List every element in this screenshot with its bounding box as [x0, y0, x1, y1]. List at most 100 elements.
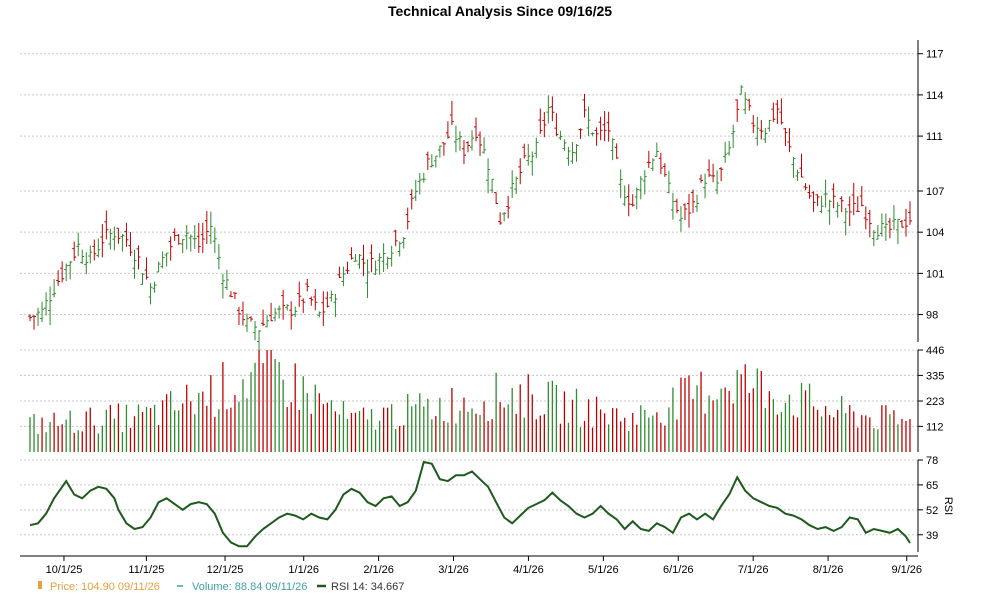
ohlc-bar	[799, 153, 804, 178]
ohlc-bar	[666, 170, 671, 194]
ohlc-bar	[574, 144, 579, 162]
ohlc-bar	[232, 292, 237, 300]
ohlc-bar	[253, 321, 258, 341]
ohlc-bar	[658, 152, 663, 175]
ohlc-bar	[626, 184, 631, 217]
ohlc-bar	[409, 189, 414, 210]
ohlc-bar	[28, 314, 33, 322]
volume-tick-label: 335	[926, 370, 944, 382]
ohlc-bar	[48, 286, 53, 326]
ohlc-bar	[164, 252, 169, 267]
ohlc-bar	[401, 237, 406, 249]
x-tick-label: 12/1/25	[207, 564, 244, 576]
ohlc-bar	[461, 140, 466, 165]
ohlc-bar	[465, 141, 470, 153]
ohlc-bar	[136, 245, 141, 270]
ohlc-bar	[847, 196, 852, 227]
ohlc-bar	[112, 226, 117, 251]
ohlc-bar	[855, 196, 860, 212]
ohlc-bar	[775, 99, 780, 124]
ohlc-bar	[630, 194, 635, 207]
ohlc-bar	[879, 213, 884, 237]
ohlc-bar	[703, 173, 708, 199]
ohlc-bar	[329, 290, 334, 302]
ohlc-bar	[823, 179, 828, 208]
rsi-axis-label: RSI	[942, 497, 954, 515]
ohlc-bar	[156, 261, 161, 273]
ohlc-bar	[791, 157, 796, 178]
rsi-tick-label: 78	[926, 455, 938, 467]
ohlc-bar	[807, 184, 812, 199]
ohlc-bar	[763, 127, 768, 144]
price-tick-label: 98	[926, 310, 938, 322]
ohlc-bar	[373, 260, 378, 275]
ohlc-bar	[502, 211, 507, 222]
ohlc-bar	[228, 291, 233, 298]
ohlc-bar	[550, 96, 555, 122]
ohlc-bar	[819, 195, 824, 214]
ohlc-bar	[891, 205, 896, 230]
ohlc-bar	[104, 210, 109, 240]
rsi-tick-label: 52	[926, 505, 938, 517]
technical-analysis-chart: Technical Analysis Since 09/16/25 98 101 1…	[20, 3, 954, 593]
ohlc-bar	[116, 227, 121, 244]
ohlc-bar	[369, 244, 374, 273]
ohlc-bar	[534, 137, 539, 159]
ohlc-bar	[638, 175, 643, 200]
ohlc-bar	[699, 174, 704, 183]
ohlc-bar	[682, 203, 687, 221]
ohlc-bar	[522, 143, 527, 159]
ohlc-bar	[72, 241, 77, 261]
ohlc-bar	[751, 114, 756, 134]
ohlc-bar	[132, 249, 137, 279]
ohlc-bar	[739, 85, 744, 95]
ohlc-bar	[92, 239, 97, 261]
ohlc-bar	[482, 137, 487, 154]
x-tick-label: 2/1/26	[363, 564, 394, 576]
ohlc-bar	[815, 194, 820, 207]
rsi-y-axis: 39 52 65 78	[917, 455, 938, 552]
legend: Price: 104.90 09/11/26 Volume: 88.84 09/…	[38, 581, 404, 593]
ohlc-bar	[787, 128, 792, 153]
x-tick-label: 9/1/26	[891, 564, 922, 576]
ohlc-bar	[827, 199, 832, 225]
ohlc-bar	[755, 116, 760, 146]
ohlc-bar	[357, 254, 362, 269]
price-legend: Price: 104.90 09/11/26	[50, 581, 160, 593]
ohlc-bar	[779, 98, 784, 125]
ohlc-bar	[743, 92, 748, 115]
ohlc-bar	[731, 124, 736, 148]
ohlc-bar	[441, 142, 446, 156]
volume-tick-label: 446	[926, 345, 944, 357]
ohlc-bar	[196, 222, 201, 253]
ohlc-bar	[325, 291, 330, 308]
ohlc-bar	[554, 113, 559, 137]
ohlc-bar	[618, 169, 623, 199]
ohlc-bar	[88, 245, 93, 264]
ohlc-bar	[457, 131, 462, 151]
ohlc-bar	[691, 189, 696, 214]
ohlc-bar	[353, 254, 358, 262]
ohlc-bar	[686, 193, 691, 228]
x-tick-label: 4/1/26	[513, 564, 544, 576]
x-tick-label: 5/1/26	[588, 564, 619, 576]
rsi-tick-label: 65	[926, 480, 938, 492]
ohlc-bar	[152, 281, 157, 293]
ohlc-bar	[56, 270, 61, 286]
x-tick-label: 7/1/26	[738, 564, 769, 576]
ohlc-bar	[265, 314, 270, 328]
ohlc-bar	[526, 144, 531, 166]
price-ohlc-bars	[28, 85, 912, 353]
ohlc-bar	[429, 154, 434, 168]
ohlc-bar	[811, 191, 816, 212]
ohlc-bar	[562, 139, 567, 151]
ohlc-bar	[257, 330, 262, 353]
ohlc-bar	[867, 209, 872, 238]
ohlc-bar	[297, 281, 302, 307]
price-legend-swatch	[38, 581, 42, 589]
ohlc-bar	[707, 159, 712, 178]
rsi-legend: RSI 14: 34.667	[331, 581, 404, 593]
ohlc-bar	[530, 151, 535, 176]
ohlc-bar	[144, 257, 149, 280]
ohlc-bar	[506, 195, 511, 219]
